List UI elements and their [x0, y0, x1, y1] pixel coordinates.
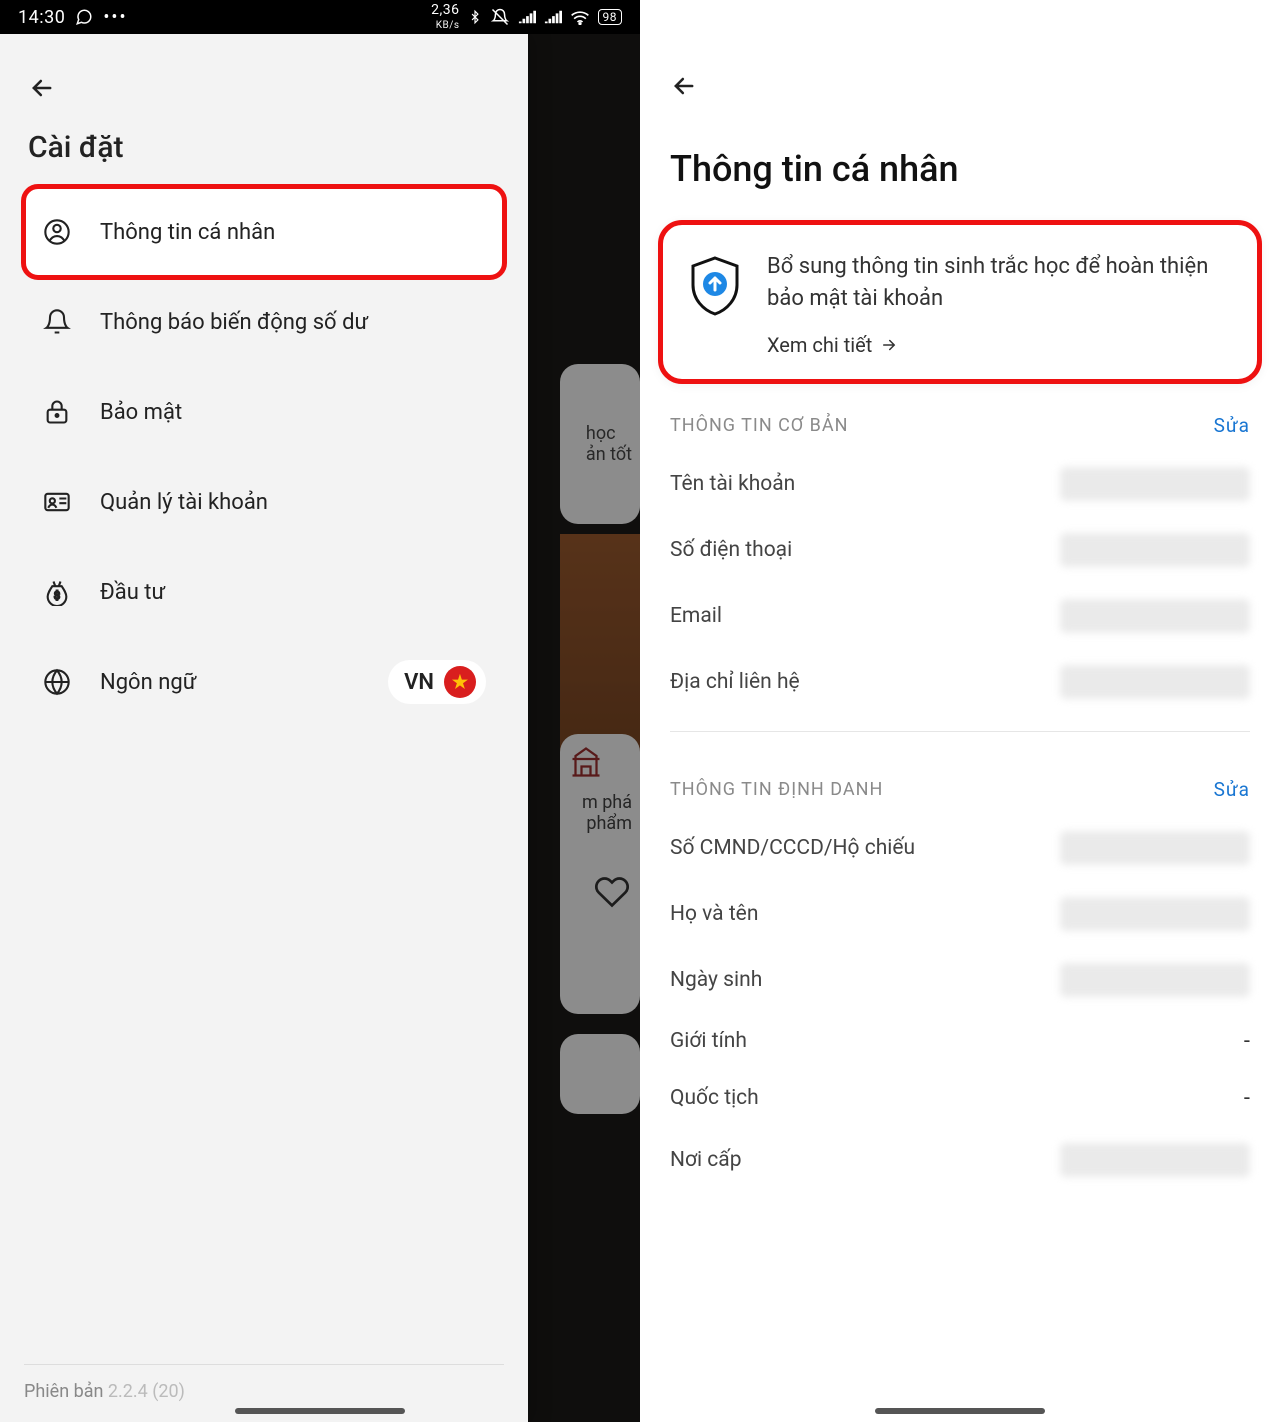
menu-item-label: Ngôn ngữ [100, 670, 196, 695]
empty-value: - [1244, 1086, 1250, 1111]
row-gender: Giới tính- [640, 1013, 1280, 1070]
language-selector[interactable]: VN ★ [388, 660, 486, 704]
id-card-icon [42, 488, 72, 516]
menu-item-language[interactable]: Ngôn ngữ VN ★ [24, 637, 504, 727]
row-dob: Ngày sinh [640, 947, 1280, 1013]
biometric-promo-card[interactable]: Bổ sung thông tin sinh trắc học để hoàn … [658, 220, 1262, 384]
row-phone: Số điện thoại [640, 517, 1280, 583]
user-icon [42, 218, 72, 246]
page-title: Thông tin cá nhân [670, 148, 1250, 190]
mute-icon [490, 8, 510, 26]
wifi-icon [570, 9, 590, 25]
net-unit: KB/s [436, 20, 460, 31]
bell-icon [42, 308, 72, 336]
svg-text:$: $ [54, 589, 60, 602]
chat-icon [75, 8, 93, 26]
back-button[interactable] [28, 74, 504, 102]
menu-item-invest[interactable]: $ Đầu tư [24, 547, 504, 637]
edit-ident-button[interactable]: Sửa [1214, 778, 1250, 801]
shield-upload-icon [685, 251, 745, 357]
money-bag-icon: $ [42, 578, 72, 606]
blurred-value [1060, 533, 1250, 567]
blurred-value [1060, 831, 1250, 865]
home-indicator [235, 1408, 405, 1414]
blurred-value [1060, 665, 1250, 699]
signal-icon-1 [518, 10, 536, 24]
edit-basic-button[interactable]: Sửa [1214, 414, 1250, 437]
blurred-value [1060, 1143, 1250, 1177]
home-indicator [875, 1408, 1045, 1414]
phone-right: Thông tin cá nhân Bổ sung thông tin sinh… [640, 0, 1280, 1422]
row-address: Địa chỉ liên hệ [640, 649, 1280, 715]
net-rate: 2,36 [431, 2, 459, 18]
row-account-name: Tên tài khoản [640, 451, 1280, 517]
section-ident-header: THÔNG TIN ĐỊNH DANH Sửa [640, 748, 1280, 815]
row-fullname: Họ và tên [640, 881, 1280, 947]
lock-icon [42, 398, 72, 426]
menu-item-account-mgmt[interactable]: Quản lý tài khoản [24, 457, 504, 547]
menu-item-label: Thông tin cá nhân [100, 220, 275, 245]
blurred-value [1060, 897, 1250, 931]
menu-item-security[interactable]: Bảo mật [24, 367, 504, 457]
flag-vn-icon: ★ [444, 666, 476, 698]
blurred-value [1060, 963, 1250, 997]
settings-drawer: Cài đặt Thông tin cá nhân Thông báo biến… [0, 34, 528, 1422]
globe-icon [42, 668, 72, 696]
drawer-title: Cài đặt [28, 130, 504, 165]
empty-value: - [1244, 1029, 1250, 1054]
lang-code: VN [404, 670, 434, 695]
row-nationality: Quốc tịch- [640, 1070, 1280, 1127]
battery-icon: 98 [598, 9, 623, 25]
section-basic-header: THÔNG TIN CƠ BẢN Sửa [640, 384, 1280, 451]
status-time: 14:30 [18, 7, 65, 28]
menu-item-label: Thông báo biến động số dư [100, 310, 368, 335]
signal-icon-2 [544, 10, 562, 24]
menu-item-label: Quản lý tài khoản [100, 490, 268, 515]
row-issue-place: Nơi cấp [640, 1127, 1280, 1193]
blurred-value [1060, 599, 1250, 633]
menu-item-balance-notify[interactable]: Thông báo biến động số dư [24, 277, 504, 367]
blurred-value [1060, 467, 1250, 501]
back-button[interactable] [670, 72, 1250, 100]
row-id-number: Số CMND/CCCD/Hộ chiếu [640, 815, 1280, 881]
promo-detail-link[interactable]: Xem chi tiết [767, 333, 1235, 357]
phone-left: 14:30 ••• 2,36 KB/s [0, 0, 640, 1422]
status-bar: 14:30 ••• 2,36 KB/s [0, 0, 640, 34]
version-text: Phiên bản 2.2.4 (20) [24, 1381, 504, 1402]
row-email: Email [640, 583, 1280, 649]
bluetooth-icon [468, 8, 482, 26]
promo-text: Bổ sung thông tin sinh trắc học để hoàn … [767, 251, 1235, 315]
menu-item-personal-info[interactable]: Thông tin cá nhân [24, 187, 504, 277]
menu-item-label: Đầu tư [100, 580, 165, 605]
menu-item-label: Bảo mật [100, 400, 182, 425]
more-icon: ••• [103, 7, 127, 28]
